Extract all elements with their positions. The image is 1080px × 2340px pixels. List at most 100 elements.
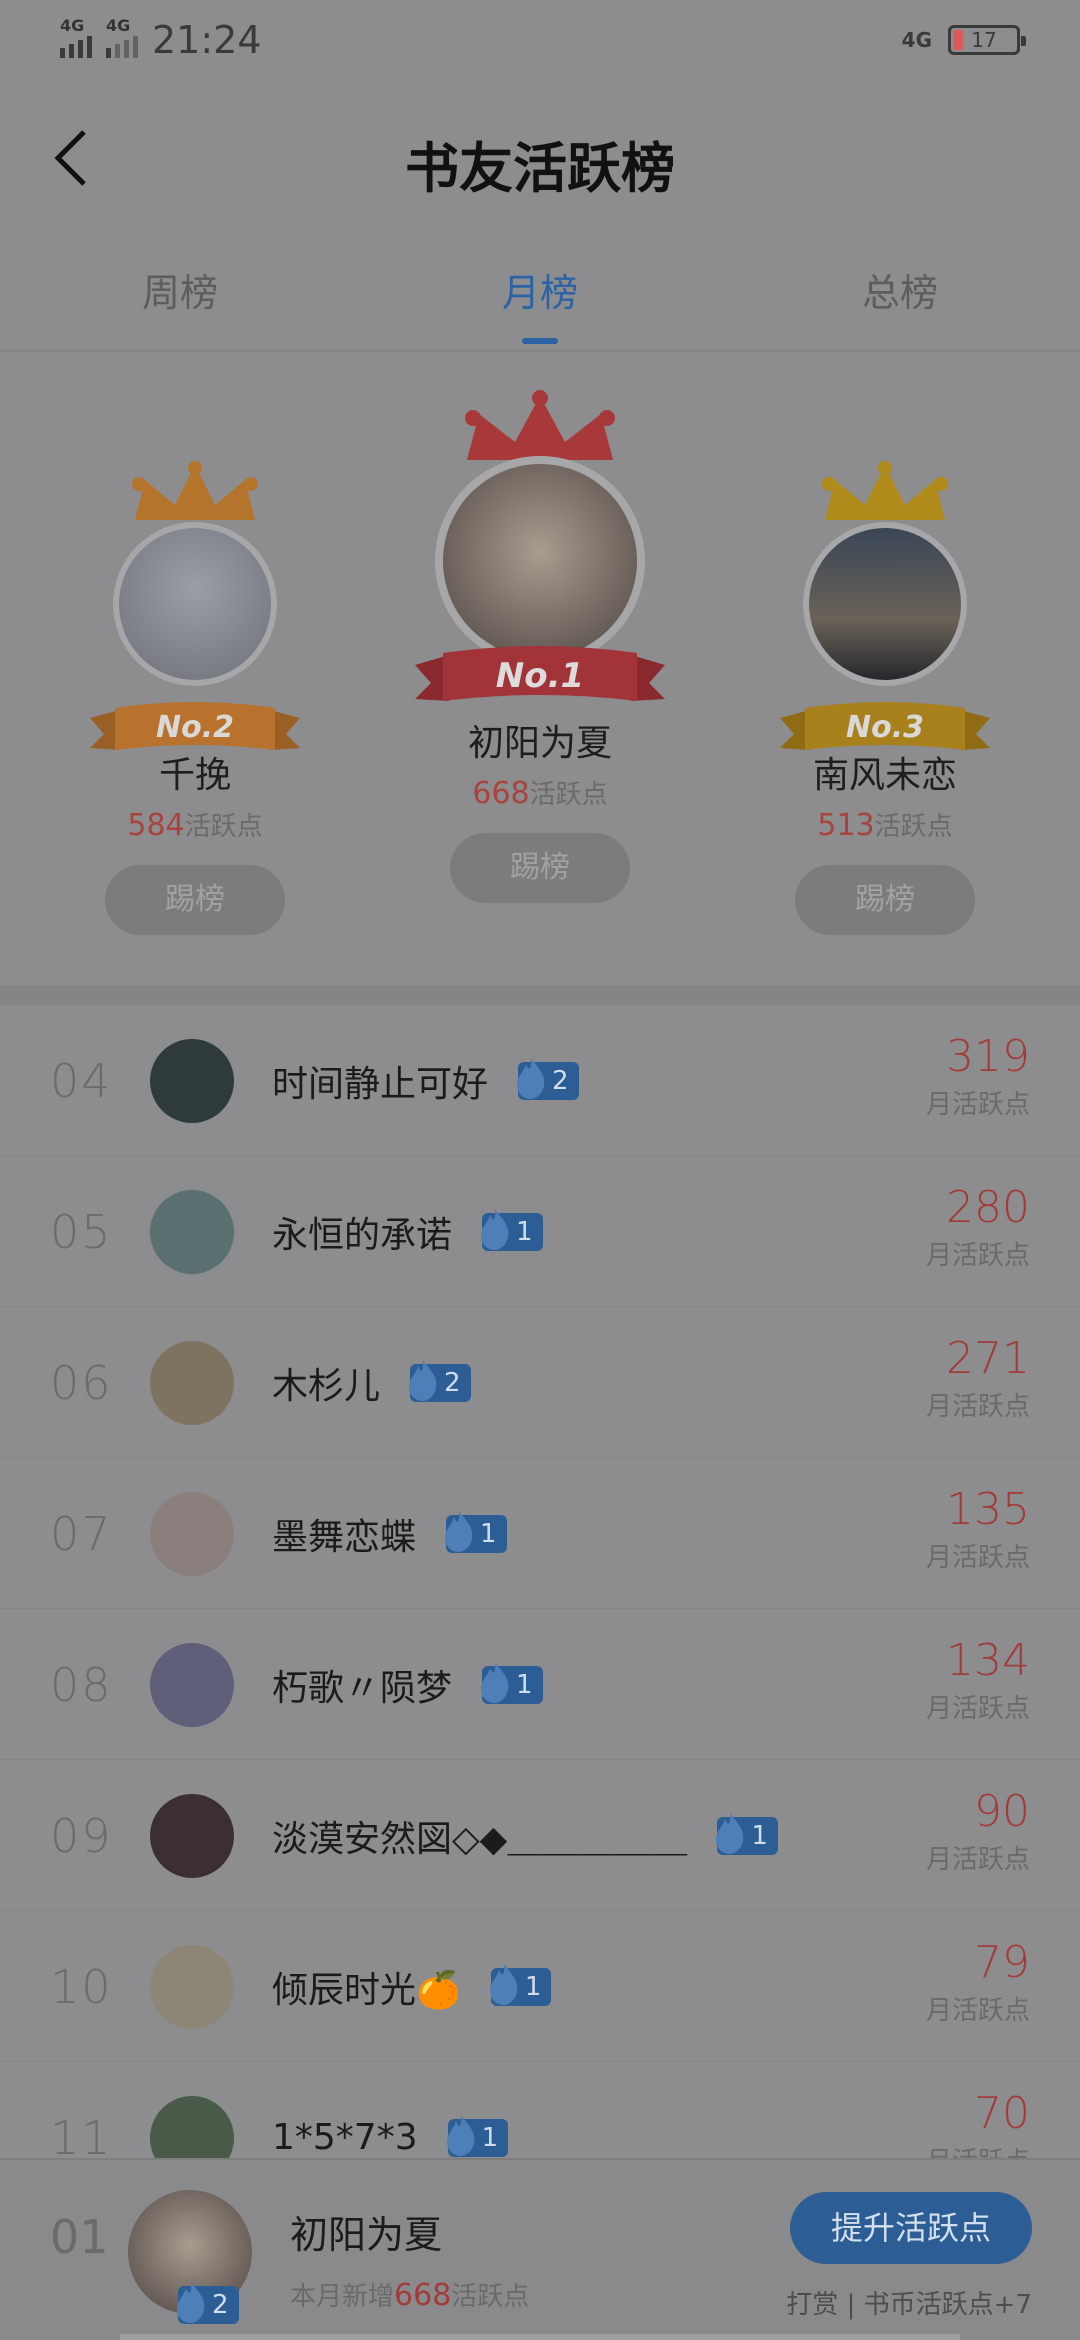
score-unit: 月活跃点 (925, 1241, 1030, 1271)
rank-number: 07 (50, 1506, 113, 1561)
rank-label: No.3 (846, 710, 924, 745)
score: 70 (974, 2088, 1030, 2139)
score-block: 135 月活跃点 (926, 1484, 1030, 1574)
avatar[interactable] (150, 1793, 234, 1878)
level-badge: 1 (481, 1661, 543, 1704)
my-name: 初阳为夏 (290, 2213, 443, 2257)
avatar[interactable] (113, 522, 277, 686)
battery-level: 17 (971, 28, 997, 52)
score: 280 (946, 1182, 1030, 1233)
avatar[interactable] (150, 1491, 234, 1576)
score-block: 280 月活跃点 (926, 1182, 1030, 1272)
raise-points-button[interactable]: 提升活跃点 (790, 2192, 1032, 2264)
points: 584活跃点 (127, 808, 263, 843)
divider (0, 350, 1080, 352)
my-rank-bar: 01 2 初阳为夏 本月新增668活跃点 提升活跃点 打赏 | 书币活跃点+7 (0, 2158, 1080, 2340)
crown-icon (822, 461, 948, 520)
tab-bar: 周榜 月榜 总榜 (0, 250, 1080, 350)
level-badge: 2 (409, 1359, 471, 1402)
status-bar: 4G 4G 21:24 4G 17 (0, 0, 1080, 80)
level-badge: 1 (489, 1963, 552, 2006)
list-item[interactable]: 06 木杉儿 2 271 月活跃点 (0, 1307, 1080, 1458)
user-name[interactable]: 时间静止可好 (272, 1055, 488, 1107)
flame-icon (489, 1963, 518, 2005)
user-name[interactable]: 木杉儿 (272, 1357, 380, 1409)
avatar[interactable] (803, 522, 967, 686)
flame-icon (481, 1661, 509, 1703)
score-unit: 月活跃点 (925, 1845, 1030, 1875)
list-item[interactable]: 10 倾辰时光🍊 1 79 月活跃点 (0, 1911, 1080, 2062)
avatar[interactable] (150, 1038, 234, 1123)
flame-icon (409, 1359, 437, 1401)
score: 271 (946, 1333, 1030, 1384)
status-left: 4G 4G 21:24 (60, 16, 262, 62)
battery-icon: 17 (948, 25, 1026, 55)
list-item[interactable]: 09 淡漠安然図◇◆＿＿＿＿＿ 1 90 月活跃点 (0, 1760, 1080, 1911)
ranking-list: 04 时间静止可好 2 319 月活跃点 05 永恒的承诺 1 280 月活跃点 (0, 1005, 1080, 2213)
flame-icon (445, 1510, 473, 1552)
score-block: 90 月活跃点 (926, 1786, 1030, 1876)
rank-number: 04 (50, 1053, 113, 1108)
rank-label: No.1 (495, 656, 585, 696)
user-name[interactable]: 墨舞恋蝶 (272, 1508, 416, 1560)
kick-button[interactable]: 踢榜 (795, 865, 975, 935)
rank-number: 06 (50, 1355, 113, 1410)
list-item[interactable]: 08 朽歌〃陨梦 1 134 月活跃点 (0, 1609, 1080, 1760)
home-indicator (120, 2334, 960, 2340)
flame-icon (177, 2282, 205, 2323)
points: 668活跃点 (472, 776, 608, 811)
list-item[interactable]: 04 时间静止可好 2 319 月活跃点 (0, 1005, 1080, 1156)
section-divider (0, 985, 1080, 1005)
my-points: 本月新增668活跃点 (290, 2278, 530, 2313)
user-name[interactable]: 1*5*7*3 (272, 2117, 418, 2158)
podium-first: No.1 初阳为夏 668活跃点 踢榜 (405, 390, 675, 903)
flame-icon (716, 1812, 744, 1854)
avatar[interactable] (150, 1944, 234, 2029)
score-unit: 月活跃点 (925, 1392, 1030, 1422)
rank-number: 08 (50, 1657, 113, 1712)
score-block: 319 月活跃点 (926, 1031, 1030, 1121)
score: 90 (974, 1786, 1030, 1837)
score: 79 (974, 1937, 1030, 1988)
avatar[interactable] (150, 1189, 234, 1274)
podium-second: No.2 千挽 584活跃点 踢榜 (85, 460, 305, 935)
signal-icon: 4G (106, 16, 138, 58)
score: 319 (946, 1031, 1030, 1082)
podium: No.2 千挽 584活跃点 踢榜 No.1 初阳为夏 668活跃点 踢榜 No… (0, 390, 1080, 990)
avatar[interactable] (435, 456, 645, 666)
avatar[interactable] (150, 1642, 234, 1727)
score-unit: 月活跃点 (925, 1090, 1030, 1120)
score: 135 (946, 1484, 1030, 1535)
rank-number: 11 (50, 2110, 113, 2165)
clock: 21:24 (152, 18, 262, 62)
list-item[interactable]: 05 永恒的承诺 1 280 月活跃点 (0, 1156, 1080, 1307)
kick-button[interactable]: 踢榜 (450, 833, 630, 903)
user-name[interactable]: 初阳为夏 (405, 714, 675, 766)
score-unit: 月活跃点 (925, 1996, 1030, 2026)
user-name[interactable]: 永恒的承诺 (272, 1206, 452, 1258)
user-name[interactable]: 淡漠安然図◇◆＿＿＿＿＿ (272, 1810, 687, 1862)
page-title: 书友活跃榜 (405, 136, 675, 200)
rank-label: No.2 (156, 710, 234, 745)
tab-weekly[interactable]: 周榜 (0, 250, 360, 350)
kick-button[interactable]: 踢榜 (105, 865, 285, 935)
user-name[interactable]: 朽歌〃陨梦 (272, 1659, 452, 1711)
score-block: 79 月活跃点 (926, 1937, 1030, 2027)
user-name[interactable]: 倾辰时光🍊 (272, 1961, 461, 2013)
tab-total[interactable]: 总榜 (720, 250, 1080, 350)
score-block: 134 月活跃点 (926, 1635, 1030, 1725)
signal-icon: 4G (60, 16, 92, 58)
score-unit: 月活跃点 (925, 1694, 1030, 1724)
status-right: 4G 17 (902, 25, 1026, 55)
crown-icon (132, 461, 258, 520)
tab-monthly[interactable]: 月榜 (360, 250, 720, 350)
flame-icon (517, 1057, 545, 1099)
level-badge: 1 (446, 2114, 509, 2157)
level-badge: 1 (716, 1812, 778, 1855)
score-unit: 月活跃点 (925, 1543, 1030, 1573)
level-badge: 1 (445, 1510, 507, 1553)
header: 书友活跃榜 (0, 100, 1080, 220)
level-badge: 2 (177, 2282, 239, 2324)
list-item[interactable]: 07 墨舞恋蝶 1 135 月活跃点 (0, 1458, 1080, 1609)
avatar[interactable] (150, 1340, 234, 1425)
